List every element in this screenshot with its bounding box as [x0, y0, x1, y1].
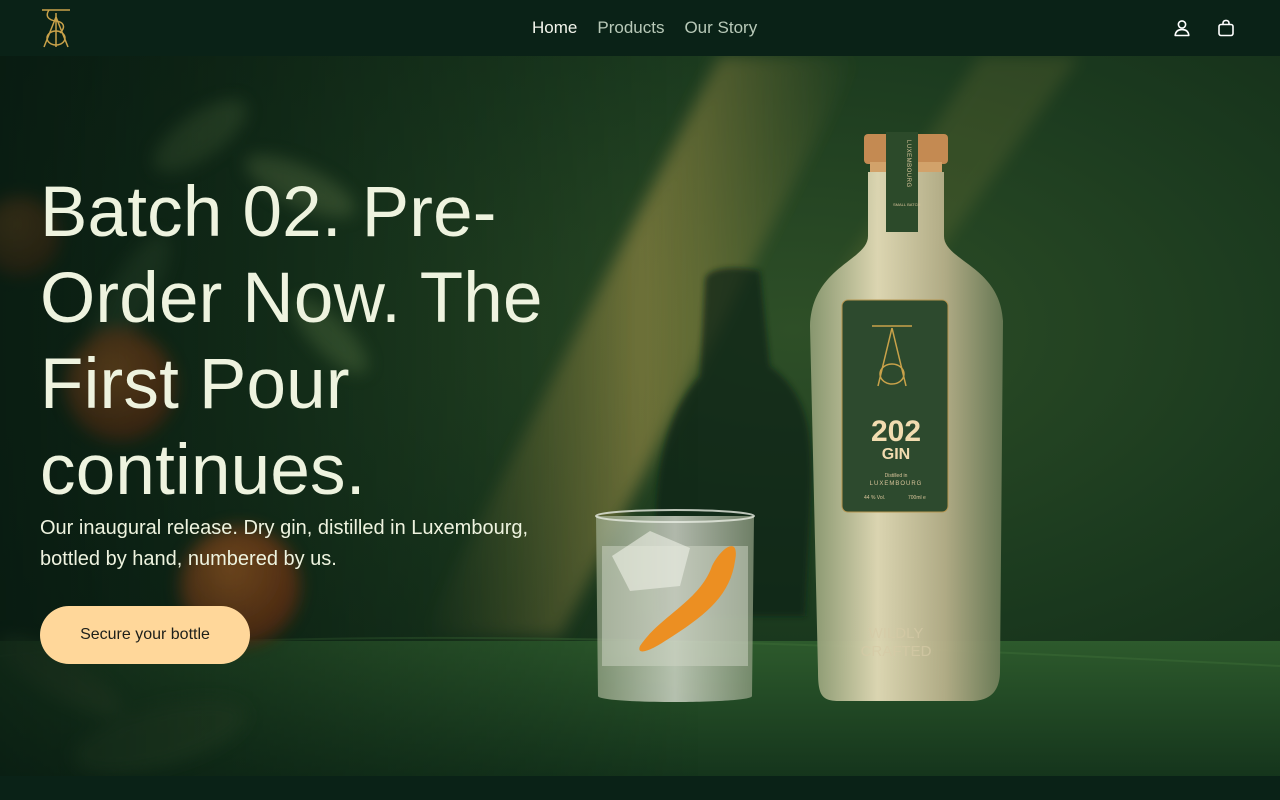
- page-bottom-strip: [0, 776, 1280, 800]
- secure-bottle-button[interactable]: Secure your bottle: [40, 606, 250, 664]
- 202-gin-monogram-icon[interactable]: [40, 7, 72, 49]
- svg-text:Distilled in: Distilled in: [885, 473, 908, 479]
- svg-text:WILDLY: WILDLY: [869, 625, 924, 642]
- nav-our-story[interactable]: Our Story: [684, 18, 757, 38]
- main-nav: Home Products Our Story: [532, 0, 757, 56]
- svg-text:SMALL BATCH: SMALL BATCH: [893, 202, 920, 207]
- svg-text:LUXEMBOURG: LUXEMBOURG: [870, 481, 923, 487]
- nav-home[interactable]: Home: [532, 18, 577, 38]
- tumbler-glass: [595, 509, 755, 702]
- hero-section: 202 GIN Distilled in LUXEMBOURG 44 % Vol…: [0, 56, 1280, 776]
- svg-text:LUXEMBOURG: LUXEMBOURG: [905, 140, 911, 188]
- user-icon[interactable]: [1170, 16, 1194, 40]
- svg-text:CRAFTED: CRAFTED: [861, 643, 932, 660]
- svg-text:202: 202: [871, 415, 921, 448]
- svg-text:44 % Vol.: 44 % Vol.: [864, 495, 885, 501]
- site-header: Home Products Our Story: [0, 0, 1280, 56]
- nav-products[interactable]: Products: [597, 18, 664, 38]
- shopping-bag-icon[interactable]: [1214, 16, 1238, 40]
- hero-subtext: Our inaugural release. Dry gin, distille…: [40, 517, 529, 570]
- svg-text:700ml e: 700ml e: [908, 495, 926, 501]
- hero-headline: Batch 02. Pre-Order Now. The First Pour …: [40, 173, 543, 510]
- svg-text:GIN: GIN: [882, 446, 910, 463]
